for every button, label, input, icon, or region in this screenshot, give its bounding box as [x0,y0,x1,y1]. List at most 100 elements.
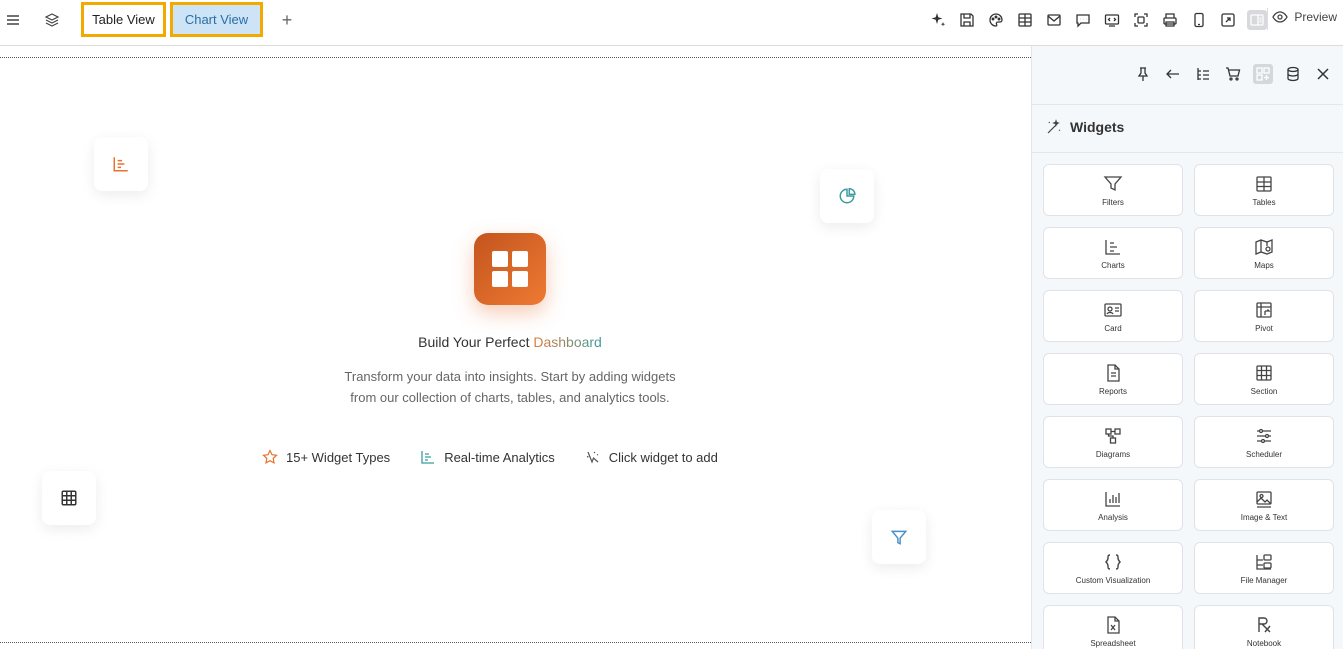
spreadsheet-icon [1107,615,1120,634]
floating-filter-card [872,510,926,564]
cart-icon[interactable] [1223,64,1243,84]
floating-pie-card [820,169,874,223]
widget-notebook[interactable]: Notebook [1194,605,1334,649]
canvas-bottom-boundary [0,642,1031,643]
widget-label: Filters [1102,197,1124,207]
comment-icon[interactable] [1073,10,1093,30]
widget-reports[interactable]: Reports [1043,353,1183,405]
code-icon [1105,553,1121,570]
canvas-top-boundary [0,57,1031,58]
analysis-icon [1105,491,1120,507]
screenshot-icon[interactable] [1131,10,1151,30]
click-icon [586,451,599,464]
widget-label: Image & Text [1240,512,1288,522]
feature-list: 15+ Widget Types Real-time Analytics Cli… [262,449,718,465]
widget-label: Notebook [1246,638,1282,648]
back-arrow-icon[interactable] [1163,64,1183,84]
hero-description: Transform your data into insights. Start… [344,369,676,405]
close-icon[interactable] [1313,64,1333,84]
widget-label: Card [1104,323,1122,333]
pivot-icon [1256,301,1272,318]
toolbar-divider [1267,8,1268,30]
top-toolbar: Table View Chart View + Preview [0,0,1343,40]
widget-card[interactable]: Card [1043,290,1183,342]
eye-icon [1272,11,1289,23]
card-icon [1104,302,1122,317]
pin-icon[interactable] [1133,64,1153,84]
print-icon[interactable] [1160,10,1180,30]
notebook-icon [1258,616,1271,632]
pie-chart-icon [839,187,856,204]
widget-analysis[interactable]: Analysis [1043,479,1183,531]
tab-chart-view[interactable]: Chart View [170,2,263,37]
widget-maps[interactable]: Maps [1194,227,1334,279]
widget-section[interactable]: Section [1194,353,1334,405]
widget-pivot[interactable]: Pivot [1194,290,1334,342]
floating-table-card [42,471,96,525]
widget-file-manager[interactable]: File Manager [1194,542,1334,594]
tree-icon[interactable] [1193,64,1213,84]
widget-tables[interactable]: Tables [1194,164,1334,216]
section-icon [1256,364,1272,381]
panel-divider [1032,152,1343,153]
table-icon [1256,175,1272,192]
table-icon[interactable] [1015,10,1035,30]
mobile-icon[interactable] [1189,10,1209,30]
image-icon [1256,490,1272,508]
add-tab-button[interactable]: + [277,10,297,30]
widget-label: Section [1250,386,1278,396]
chart-icon [421,451,435,464]
widget-label: Reports [1098,386,1127,396]
widget-scheduler[interactable]: Scheduler [1194,416,1334,468]
widget-label: Analysis [1098,512,1128,522]
magic-wand-icon [1047,119,1061,134]
widget-charts[interactable]: Charts [1043,227,1183,279]
filter-icon [890,530,908,545]
database-icon[interactable] [1283,64,1303,84]
external-link-icon[interactable] [1218,10,1238,30]
widget-label: Spreadsheet [1090,638,1136,648]
widget-label: Maps [1254,260,1274,270]
menu-icon[interactable] [3,10,23,30]
widget-label: Pivot [1255,323,1273,333]
widgets-panel-header: Widgets [1046,119,1124,135]
widget-spreadsheet[interactable]: Spreadsheet [1043,605,1183,649]
widget-label: Charts [1101,260,1125,270]
file-manager-icon [1256,553,1272,570]
chart-icon [113,157,128,172]
feature-widget-types: 15+ Widget Types [262,449,390,465]
widget-label: Scheduler [1245,449,1283,459]
embed-icon[interactable] [1102,10,1122,30]
map-icon [1255,238,1273,255]
table-icon [61,490,77,506]
widget-label: File Manager [1240,575,1288,585]
star-icon [262,449,278,465]
widgets-grid-icon[interactable] [1253,64,1273,84]
panel-divider [1032,104,1343,105]
sparkle-icon[interactable] [928,10,948,30]
tab-table-view[interactable]: Table View [81,2,166,37]
hero-title-accent: Dashboard [533,334,602,350]
widget-label: Tables [1252,197,1276,207]
layout-icon[interactable] [1247,10,1267,30]
preview-label: Preview [1294,10,1337,24]
widget-diagrams[interactable]: Diagrams [1043,416,1183,468]
widget-custom-visualization[interactable]: Custom Visualization [1043,542,1183,594]
report-icon [1107,363,1120,382]
widget-image-text[interactable]: Image & Text [1194,479,1334,531]
hero-title: Build Your Perfect Dashboard [418,334,602,350]
save-icon[interactable] [957,10,977,30]
widget-filters[interactable]: Filters [1043,164,1183,216]
feature-realtime-analytics: Real-time Analytics [420,449,555,465]
widgets-panel: Widgets Filters Tables Charts Maps Card … [1031,46,1343,649]
scheduler-icon [1257,428,1271,443]
filter-icon [1103,175,1123,191]
widget-label: Diagrams [1095,449,1131,459]
palette-icon[interactable] [986,10,1006,30]
chart-icon [1105,239,1120,255]
dashboard-canvas[interactable]: Build Your Perfect Dashboard Transform y… [0,46,1031,649]
preview-button[interactable]: Preview [1272,9,1337,25]
layers-icon[interactable] [42,10,62,30]
dashboard-logo-icon [474,233,546,305]
mail-icon[interactable] [1044,10,1064,30]
